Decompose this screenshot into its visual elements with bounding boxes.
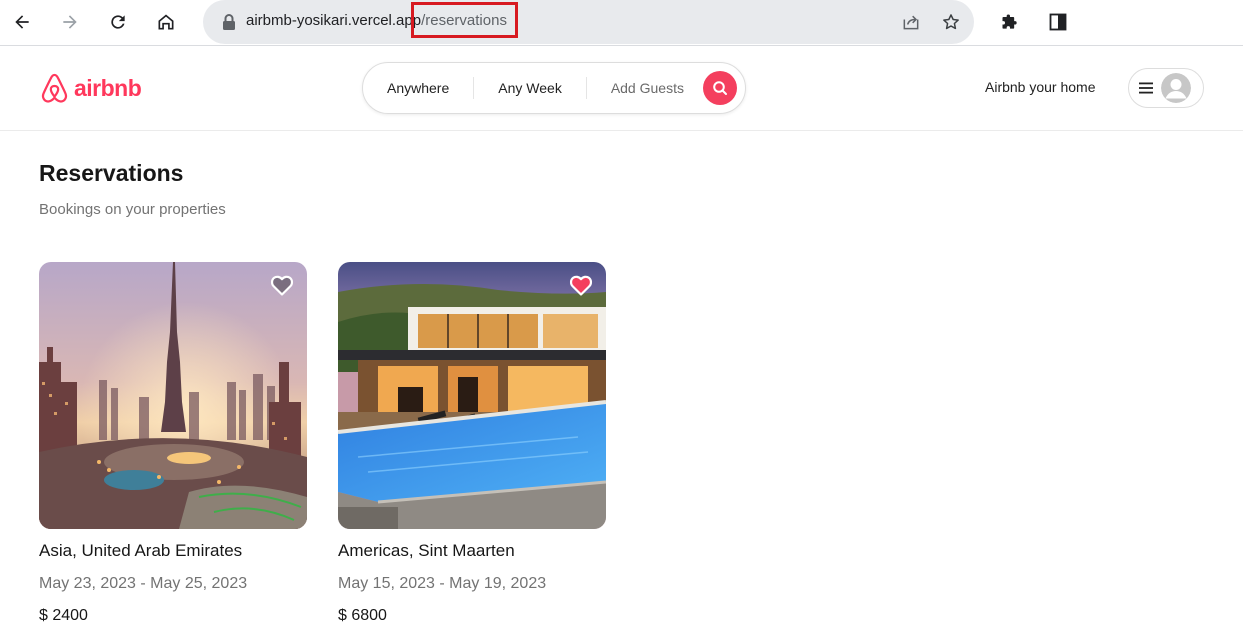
home-icon[interactable] <box>149 5 183 39</box>
listing-location: Asia, United Arab Emirates <box>39 541 243 560</box>
url-host: airbmb-yosikari.vercel.app <box>246 12 422 29</box>
search-button[interactable] <box>703 71 737 105</box>
favorite-heart-icon[interactable] <box>568 272 594 298</box>
lock-icon[interactable] <box>221 13 237 31</box>
star-icon[interactable] <box>939 10 963 34</box>
listing-card[interactable]: Americas, Sint Maarten May 15, 2023 - Ma… <box>338 262 606 624</box>
back-arrow-icon[interactable] <box>5 5 39 39</box>
listing-dates: May 15, 2023 - May 19, 2023 <box>338 575 547 592</box>
listing-image[interactable] <box>338 262 606 529</box>
search-guests[interactable]: Add Guests <box>587 80 708 96</box>
extensions-icon[interactable] <box>993 5 1027 39</box>
page-subtitle: Bookings on your properties <box>39 201 226 218</box>
user-menu-button[interactable] <box>1128 68 1204 108</box>
forward-arrow-icon[interactable] <box>53 5 87 39</box>
side-panel-icon[interactable] <box>1041 5 1075 39</box>
address-bar[interactable]: airbmb-yosikari.vercel.app/reservations <box>203 0 974 44</box>
search-when[interactable]: Any Week <box>474 80 586 96</box>
search-where[interactable]: Anywhere <box>363 80 473 96</box>
villa-pool-photo <box>338 262 606 529</box>
url-path-highlight-box <box>411 2 518 38</box>
page-title: Reservations <box>39 160 184 186</box>
listing-price: $ 6800 <box>338 607 387 624</box>
city-skyline-photo <box>39 262 307 529</box>
airbnb-logo[interactable]: airbnb <box>39 72 142 105</box>
airbnb-your-home-link[interactable]: Airbnb your home <box>985 79 1096 95</box>
reload-icon[interactable] <box>101 5 135 39</box>
search-icon <box>713 81 727 95</box>
airbnb-logo-icon <box>41 73 68 103</box>
listing-card[interactable]: Asia, United Arab Emirates May 23, 2023 … <box>39 262 307 624</box>
listing-image[interactable] <box>39 262 307 529</box>
search-bar[interactable]: Anywhere Any Week Add Guests <box>362 62 746 114</box>
listing-dates: May 23, 2023 - May 25, 2023 <box>39 575 248 592</box>
avatar <box>1161 73 1191 103</box>
share-icon[interactable] <box>899 10 923 34</box>
favorite-heart-icon[interactable] <box>269 272 295 298</box>
browser-toolbar: airbmb-yosikari.vercel.app/reservations <box>0 0 1243 46</box>
hamburger-menu-icon <box>1139 82 1153 94</box>
listing-price: $ 2400 <box>39 607 88 624</box>
logo-text: airbnb <box>74 75 142 101</box>
listing-location: Americas, Sint Maarten <box>338 541 515 560</box>
site-header: airbnb Anywhere Any Week Add Guests Airb… <box>0 46 1243 131</box>
